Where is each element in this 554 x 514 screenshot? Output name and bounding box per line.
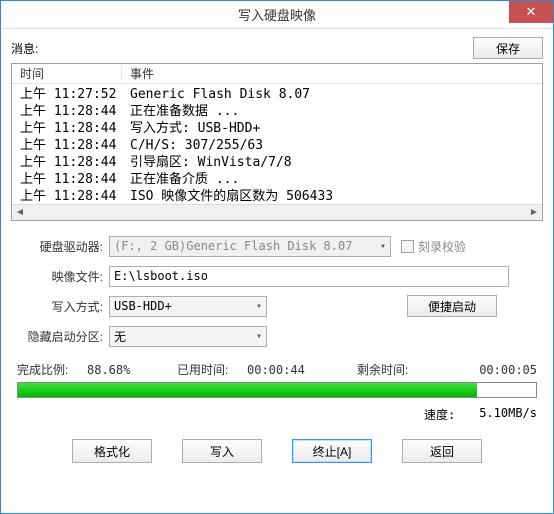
back-button[interactable]: 返回	[402, 439, 482, 463]
log-header: 时间 事件	[12, 64, 542, 84]
progress-fill	[18, 383, 477, 397]
hide-boot-combo[interactable]: 无 ▾	[109, 326, 267, 347]
remain-value: 00:00:05	[427, 363, 537, 377]
log-time: 上午 11:28:44	[12, 154, 122, 171]
scroll-right-icon[interactable]: ►	[526, 206, 542, 220]
log-row: 上午 11:28:44正在准备介质 ...	[12, 171, 542, 188]
dialog-window: 写入硬盘映像 ✕ 消息: 保存 时间 事件 上午 11:27:52Generic…	[0, 0, 554, 514]
progress-wrap	[11, 382, 543, 400]
hide-boot-label: 隐藏启动分区:	[17, 328, 109, 345]
speed-row: 速度: 5.10MB/s	[11, 400, 543, 433]
form-area: 硬盘驱动器: (F:, 2 GB)Generic Flash Disk 8.07…	[11, 235, 543, 355]
log-time: 上午 11:27:52	[12, 86, 122, 103]
log-event: C/H/S: 307/255/63	[122, 137, 542, 154]
speed-value: 5.10MB/s	[479, 406, 537, 423]
image-label: 映像文件:	[17, 268, 109, 285]
write-mode-value: USB-HDD+	[114, 299, 172, 313]
close-icon: ✕	[526, 4, 537, 20]
checkbox-box-icon	[401, 240, 414, 253]
log-row: 上午 11:27:52Generic Flash Disk 8.07	[12, 86, 542, 103]
chevron-down-icon: ▾	[250, 331, 262, 342]
format-button[interactable]: 格式化	[72, 439, 152, 463]
done-label: 完成比例:	[17, 361, 87, 378]
write-button[interactable]: 写入	[182, 439, 262, 463]
row-image: 映像文件: E:\lsboot.iso	[17, 265, 537, 287]
scroll-track[interactable]	[28, 206, 526, 220]
log-event: 正在准备数据 ...	[122, 103, 542, 120]
drive-combo[interactable]: (F:, 2 GB)Generic Flash Disk 8.07 ▾	[109, 236, 391, 257]
log-time: 上午 11:28:44	[12, 188, 122, 205]
row-write-mode: 写入方式: USB-HDD+ ▾ 便捷启动	[17, 295, 537, 317]
hide-boot-value: 无	[114, 328, 126, 345]
log-time: 上午 11:28:44	[12, 120, 122, 137]
drive-value: (F:, 2 GB)Generic Flash Disk 8.07	[114, 239, 352, 253]
log-time: 上午 11:28:44	[12, 137, 122, 154]
save-button[interactable]: 保存	[473, 37, 543, 59]
verify-checkbox[interactable]: 刻录校验	[401, 238, 466, 255]
chevron-down-icon: ▾	[250, 301, 262, 312]
row-drive: 硬盘驱动器: (F:, 2 GB)Generic Flash Disk 8.07…	[17, 235, 537, 257]
write-mode-combo[interactable]: USB-HDD+ ▾	[109, 296, 267, 317]
log-header-event: 事件	[122, 65, 542, 82]
log-panel: 时间 事件 上午 11:27:52Generic Flash Disk 8.07…	[11, 63, 543, 221]
elapsed-value: 00:00:44	[247, 363, 357, 377]
elapsed-label: 已用时间:	[177, 361, 247, 378]
log-row: 上午 11:28:44引导扇区: WinVista/7/8	[12, 154, 542, 171]
log-event: ISO 映像文件的扇区数为 506433	[122, 188, 542, 205]
stats-row: 完成比例: 88.68% 已用时间: 00:00:44 剩余时间: 00:00:…	[11, 355, 543, 382]
image-file-input[interactable]: E:\lsboot.iso	[109, 266, 509, 287]
convenient-boot-button[interactable]: 便捷启动	[407, 295, 497, 317]
remain-label: 剩余时间:	[357, 361, 427, 378]
verify-label: 刻录校验	[418, 238, 466, 255]
row-hide-boot: 隐藏启动分区: 无 ▾	[17, 325, 537, 347]
log-header-time: 时间	[12, 65, 122, 82]
info-label: 消息:	[11, 40, 38, 57]
log-body: 上午 11:27:52Generic Flash Disk 8.07上午 11:…	[12, 84, 542, 222]
log-event: 写入方式: USB-HDD+	[122, 120, 542, 137]
log-row: 上午 11:28:44正在准备数据 ...	[12, 103, 542, 120]
drive-label: 硬盘驱动器:	[17, 238, 109, 255]
done-value: 88.68%	[87, 363, 177, 377]
abort-button[interactable]: 终止[A]	[292, 439, 372, 463]
log-row: 上午 11:28:44写入方式: USB-HDD+	[12, 120, 542, 137]
titlebar: 写入硬盘映像 ✕	[1, 1, 553, 29]
progress-bar	[17, 382, 537, 398]
image-file-value: E:\lsboot.iso	[114, 269, 208, 283]
log-row: 上午 11:28:44C/H/S: 307/255/63	[12, 137, 542, 154]
log-event: 正在准备介质 ...	[122, 171, 542, 188]
scroll-left-icon[interactable]: ◄	[12, 206, 28, 220]
chevron-down-icon: ▾	[374, 241, 386, 252]
content-area: 消息: 保存 时间 事件 上午 11:27:52Generic Flash Di…	[1, 29, 553, 513]
speed-label: 速度:	[424, 406, 455, 423]
bottom-button-row: 格式化 写入 终止[A] 返回	[11, 433, 543, 469]
log-event: 引导扇区: WinVista/7/8	[122, 154, 542, 171]
log-time: 上午 11:28:44	[12, 171, 122, 188]
write-mode-label: 写入方式:	[17, 298, 109, 315]
horizontal-scrollbar[interactable]: ◄ ►	[12, 204, 542, 220]
info-row: 消息: 保存	[11, 37, 543, 59]
log-row: 上午 11:28:44ISO 映像文件的扇区数为 506433	[12, 188, 542, 205]
close-button[interactable]: ✕	[509, 1, 553, 23]
window-title: 写入硬盘映像	[238, 5, 316, 24]
log-event: Generic Flash Disk 8.07	[122, 86, 542, 103]
log-time: 上午 11:28:44	[12, 103, 122, 120]
